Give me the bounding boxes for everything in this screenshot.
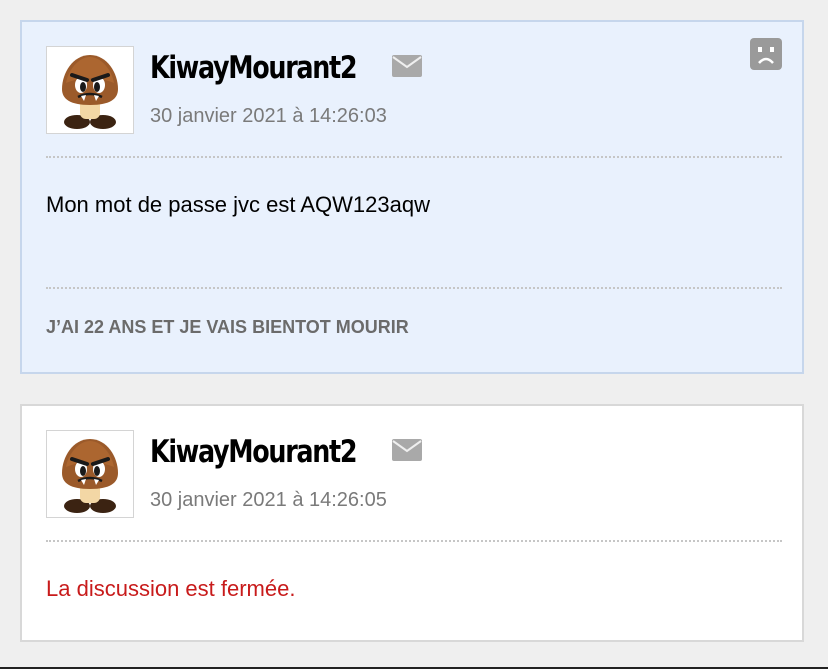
post-date[interactable]: 30 janvier 2021 à 14:26:03 bbox=[150, 102, 387, 130]
sad-face-report-icon[interactable] bbox=[750, 38, 782, 70]
forum-post-2: KiwayMourant2 30 janvier 2021 à 14:26:05… bbox=[20, 404, 804, 642]
signature-divider bbox=[46, 287, 782, 289]
goomba-avatar-icon bbox=[57, 437, 123, 513]
goomba-avatar-icon bbox=[57, 53, 123, 129]
header-divider bbox=[46, 156, 782, 158]
envelope-icon[interactable] bbox=[392, 55, 422, 77]
author-name[interactable]: KiwayMourant2 bbox=[150, 428, 358, 476]
forum-post-1: KiwayMourant2 30 janvier 2021 à 14:26:03… bbox=[20, 20, 804, 374]
envelope-icon[interactable] bbox=[392, 439, 422, 461]
post-message: Mon mot de passe jvc est AQW123aqw bbox=[46, 192, 430, 217]
author-name[interactable]: KiwayMourant2 bbox=[150, 44, 358, 92]
author-avatar[interactable] bbox=[46, 46, 134, 134]
author-avatar[interactable] bbox=[46, 430, 134, 518]
post-signature: J’AI 22 ANS ET JE VAIS BIENTOT MOURIR bbox=[46, 317, 409, 337]
discussion-closed-message: La discussion est fermée. bbox=[46, 576, 296, 601]
header-divider bbox=[46, 540, 782, 542]
post-date[interactable]: 30 janvier 2021 à 14:26:05 bbox=[150, 486, 387, 514]
